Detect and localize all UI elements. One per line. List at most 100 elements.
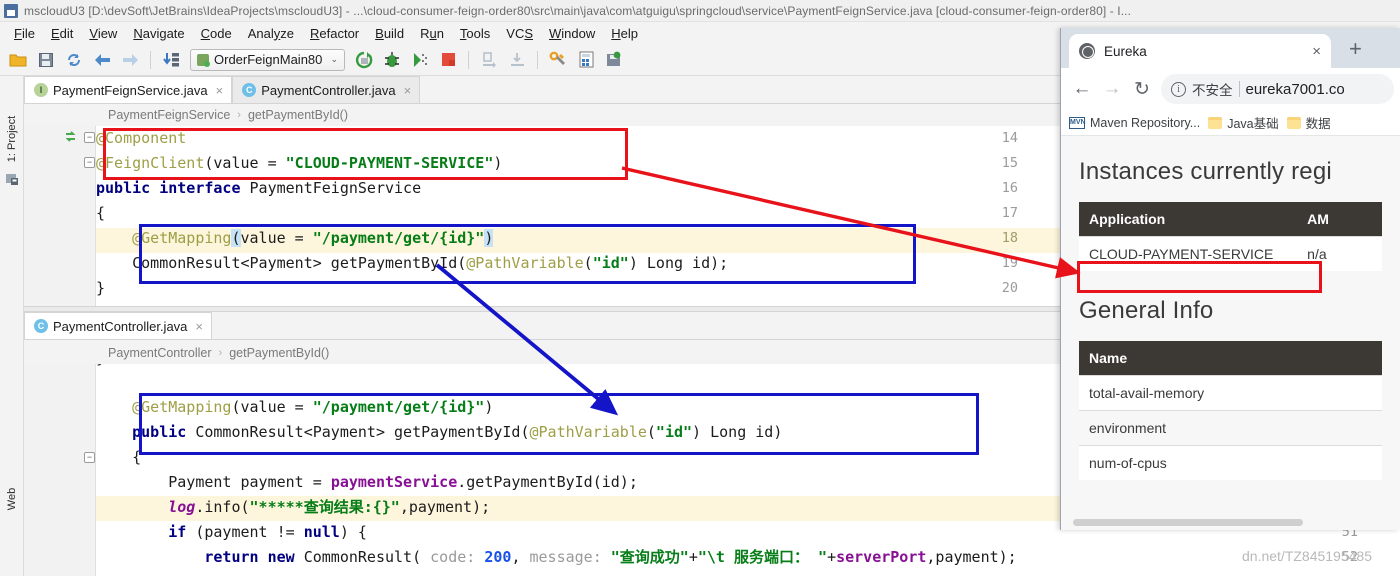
menu-run[interactable]: Run <box>412 25 452 42</box>
code-line: @GetMapping(value = "/payment/get/{id}") <box>132 398 494 416</box>
chevron-down-icon[interactable]: ⌄ <box>330 54 338 65</box>
line-number: 19 <box>1001 255 1018 271</box>
column-header-application[interactable]: Application <box>1079 202 1298 237</box>
chrome-browser-window[interactable]: Eureka × + ← → ↻ i 不安全 eureka7001.co MVN… <box>1060 28 1400 530</box>
code-line: CommonResult<Payment> getPaymentById(@Pa… <box>96 254 729 272</box>
menu-view[interactable]: View <box>81 25 125 42</box>
bookmarks-bar: MVN Maven Repository... Java基础 数据 <box>1061 110 1400 136</box>
url-text: eureka7001.co <box>1245 80 1345 98</box>
editor-gutter-bottom[interactable] <box>24 364 96 576</box>
table-header-row: Name <box>1079 341 1382 376</box>
bookmark-java-basics[interactable]: Java基础 <box>1208 113 1279 132</box>
update-project-icon[interactable] <box>601 47 627 73</box>
step-over-icon[interactable] <box>476 47 502 73</box>
horizontal-scrollbar[interactable] <box>1073 519 1303 526</box>
tab-payment-controller-top[interactable]: C PaymentController.java × <box>232 76 421 103</box>
cell-application-name[interactable]: CLOUD-PAYMENT-SERVICE <box>1079 236 1298 271</box>
menu-navigate[interactable]: Navigate <box>125 25 192 42</box>
column-header-ami[interactable]: AM <box>1297 202 1382 237</box>
window-title-bar: mscloudU3 [D:\devSoft\JetBrains\IdeaProj… <box>0 0 1400 22</box>
code-line: Payment payment = paymentService.getPaym… <box>96 473 638 491</box>
menu-build[interactable]: Build <box>367 25 412 42</box>
editor-gutter-top[interactable] <box>24 126 96 306</box>
code-line: public CommonResult<Payment> getPaymentB… <box>132 423 783 441</box>
compile-icon[interactable] <box>158 47 184 73</box>
breadcrumb-class[interactable]: PaymentController <box>108 346 212 360</box>
close-icon[interactable]: × <box>195 319 203 334</box>
code-line: @GetMapping(value = "/payment/get/{id}") <box>132 229 494 247</box>
editor-tab-row-bottom: C PaymentController.java × <box>24 312 1060 340</box>
forward-icon[interactable]: → <box>1097 74 1127 104</box>
menu-refactor[interactable]: Refactor <box>302 25 367 42</box>
bookmark-label: Maven Repository... <box>1090 115 1201 130</box>
menu-analyze[interactable]: Analyze <box>240 25 302 42</box>
code-line: return new CommonResult( code: 200, mess… <box>204 548 1017 566</box>
browser-tab-eureka[interactable]: Eureka × <box>1069 34 1331 68</box>
forward-icon[interactable] <box>117 47 143 73</box>
tab-label: PaymentController.java <box>261 82 396 98</box>
code-line: @Component <box>96 129 187 147</box>
menu-window[interactable]: Window <box>541 25 603 42</box>
fold-marker-icon[interactable]: − <box>84 157 95 168</box>
watermark-text: dn.net/TZ845195485 <box>1242 548 1372 564</box>
tab-payment-controller[interactable]: C PaymentController.java × <box>24 312 212 339</box>
step-into-icon[interactable] <box>504 47 530 73</box>
column-header-name[interactable]: Name <box>1079 341 1382 376</box>
project-icon[interactable] <box>5 172 19 186</box>
tab-label: PaymentFeignService.java <box>53 82 208 98</box>
breadcrumb-separator: › <box>237 109 241 121</box>
table-row: environment <box>1079 410 1382 446</box>
code-editor-payment-feign-service[interactable]: 14 15 16 17 18 19 20 − − @Component @Fei… <box>24 126 1060 306</box>
new-tab-button[interactable]: + <box>1349 38 1362 60</box>
menu-edit[interactable]: Edit <box>43 25 81 42</box>
sync-icon[interactable] <box>61 47 87 73</box>
close-icon[interactable]: × <box>404 83 412 98</box>
close-icon[interactable]: × <box>216 83 224 98</box>
menu-tools[interactable]: Tools <box>452 25 498 42</box>
sidebar-item-web[interactable]: Web <box>1 465 23 533</box>
run-coverage-icon[interactable] <box>407 47 433 73</box>
save-all-icon[interactable] <box>33 47 59 73</box>
back-icon[interactable]: ← <box>1067 74 1097 104</box>
menu-help[interactable]: Help <box>603 25 646 42</box>
debug-icon[interactable] <box>379 47 405 73</box>
left-tool-window-strip: 1: Project Web es <box>0 76 24 576</box>
run-icon[interactable] <box>351 47 377 73</box>
info-icon[interactable]: i <box>1171 81 1186 97</box>
globe-icon <box>1079 43 1095 59</box>
code-line: if (payment != null) { <box>168 523 367 541</box>
class-icon: C <box>242 83 257 97</box>
fold-marker-icon[interactable]: − <box>84 452 95 463</box>
toolbar-divider-3 <box>537 50 538 69</box>
stop-icon[interactable] <box>435 47 461 73</box>
run-configuration-selector[interactable]: OrderFeignMain80 ⌄ <box>190 48 345 71</box>
eureka-page-content: Instances currently regi Application AM … <box>1061 136 1400 530</box>
code-line: { <box>96 448 142 466</box>
bookmark-maven-repository[interactable]: MVN Maven Repository... <box>1069 116 1200 130</box>
class-icon: C <box>34 319 48 333</box>
breadcrumb-bottom: PaymentController › getPaymentById() <box>24 342 1060 364</box>
menu-vcs[interactable]: VCS <box>498 25 541 42</box>
open-project-icon[interactable] <box>5 47 31 73</box>
breadcrumb-method[interactable]: getPaymentById() <box>229 346 329 360</box>
line-number: 14 <box>1001 130 1018 146</box>
bookmark-data[interactable]: 数据 <box>1286 113 1331 132</box>
menu-file[interactable]: File <box>6 25 43 42</box>
line-number: 18 <box>1001 230 1018 246</box>
breadcrumb-class[interactable]: PaymentFeignService <box>108 108 230 122</box>
back-icon[interactable] <box>89 47 115 73</box>
code-line: { <box>96 204 106 222</box>
folder-icon <box>1208 116 1223 129</box>
settings-icon[interactable] <box>545 47 571 73</box>
fold-marker-icon[interactable]: − <box>84 132 95 143</box>
breadcrumb-method[interactable]: getPaymentById() <box>248 108 348 122</box>
reload-icon[interactable]: ↻ <box>1127 74 1157 104</box>
project-structure-icon[interactable] <box>573 47 599 73</box>
omnibox-divider <box>1238 81 1240 97</box>
menu-code[interactable]: Code <box>193 25 240 42</box>
address-bar[interactable]: i 不安全 eureka7001.co <box>1161 74 1394 104</box>
close-icon[interactable]: × <box>1312 43 1321 60</box>
sidebar-item-project[interactable]: 1: Project <box>1 105 23 173</box>
cell-name: num-of-cpus <box>1079 445 1382 480</box>
tab-payment-feign-service[interactable]: I PaymentFeignService.java × <box>24 76 233 103</box>
